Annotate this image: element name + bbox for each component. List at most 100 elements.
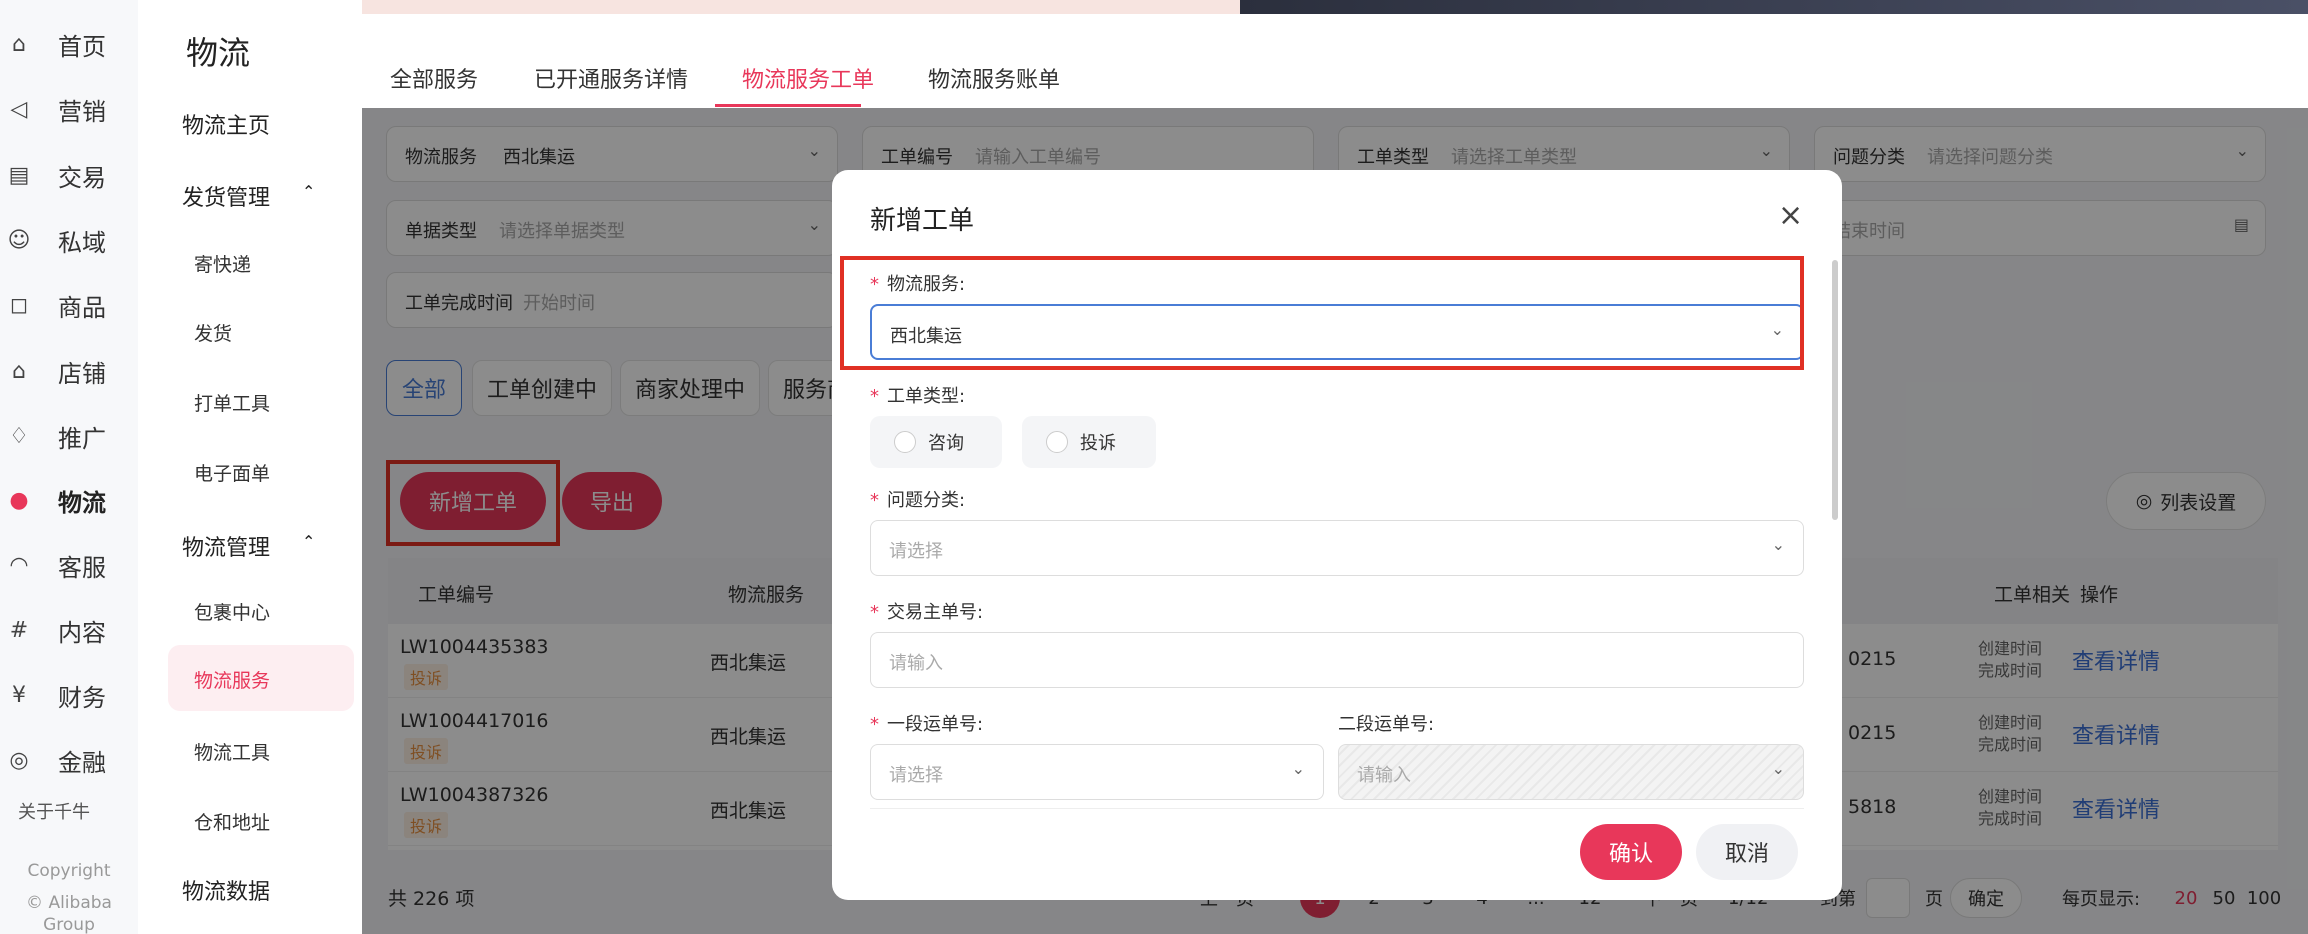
finance-icon: ◎ bbox=[9, 747, 29, 773]
highlight-box bbox=[840, 256, 1804, 370]
copyright-line: Group bbox=[43, 915, 95, 934]
label-text: 一段运单号: bbox=[887, 714, 984, 735]
nav2-item[interactable]: 寄快递 bbox=[194, 250, 251, 277]
nav-marketing[interactable]: ◁ 营销 bbox=[0, 79, 138, 139]
yen-icon: ¥ bbox=[12, 682, 26, 708]
nav2-group-shipping[interactable]: 发货管理 ⌃ bbox=[182, 180, 315, 212]
nav-promotion[interactable]: ♢ 推广 bbox=[0, 406, 138, 466]
bulb-icon: ♢ bbox=[9, 423, 29, 449]
issue-category-select[interactable]: 请选择 ⌄ bbox=[870, 520, 1804, 576]
dialog-title: 新增工单 bbox=[870, 206, 975, 236]
field-label: 二段运单号: bbox=[1338, 710, 1434, 736]
scrollbar[interactable] bbox=[1832, 260, 1838, 520]
nav2-home[interactable]: 物流主页 bbox=[182, 108, 270, 140]
close-icon[interactable]: × bbox=[1778, 198, 1803, 233]
nav2-data[interactable]: 物流数据 bbox=[182, 874, 270, 906]
radio-circle bbox=[1046, 431, 1068, 453]
nav2-item[interactable]: 包裹中心 bbox=[194, 598, 270, 625]
nav-label: 营销 bbox=[58, 97, 106, 126]
field-label: * 工单类型: bbox=[870, 382, 965, 408]
megaphone-icon: ◁ bbox=[10, 96, 28, 122]
field-label: * 交易主单号: bbox=[870, 598, 983, 624]
home-icon: ⌂ bbox=[12, 31, 26, 57]
radio-label: 投诉 bbox=[1080, 433, 1116, 454]
required-mark: * bbox=[870, 714, 879, 735]
chevron-up-icon: ⌃ bbox=[302, 532, 316, 551]
radio-label: 咨询 bbox=[928, 433, 964, 454]
nav-goods[interactable]: ◻ 商品 bbox=[0, 275, 138, 335]
first-leg-waybill-select[interactable]: 请选择 ⌄ bbox=[870, 744, 1324, 800]
select-placeholder: 请选择 bbox=[889, 765, 943, 786]
label-text: 问题分类: bbox=[887, 490, 966, 511]
nav2-item[interactable]: 仓和地址 bbox=[194, 808, 270, 835]
nav-logistics[interactable]: ● 物流 bbox=[0, 470, 138, 530]
chevron-down-icon: ⌄ bbox=[1771, 759, 1785, 778]
required-mark: * bbox=[870, 490, 879, 511]
nav-label: 私域 bbox=[58, 228, 106, 257]
input-placeholder: 请输入 bbox=[889, 653, 943, 674]
nav-home[interactable]: ⌂ 首页 bbox=[0, 14, 138, 74]
users-icon: ☺ bbox=[7, 227, 31, 253]
label-text: 二段运单号: bbox=[1338, 714, 1435, 735]
group-label: 物流管理 bbox=[182, 536, 271, 561]
tab-active-indicator bbox=[715, 104, 861, 107]
tab-opened-services[interactable]: 已开通服务详情 bbox=[534, 62, 688, 94]
copyright-line: © Alibaba bbox=[26, 893, 112, 913]
label-text: 交易主单号: bbox=[887, 602, 984, 623]
nav-banking[interactable]: ◎ 金融 bbox=[0, 730, 138, 790]
chevron-up-icon: ⌃ bbox=[302, 182, 316, 201]
cancel-button[interactable]: 取消 bbox=[1696, 824, 1798, 880]
nav-label: 首页 bbox=[58, 32, 106, 61]
bag-icon: ◻ bbox=[9, 292, 29, 318]
section-title: 物流 bbox=[186, 34, 251, 72]
nav-label: 物流 bbox=[58, 488, 106, 517]
radio-circle bbox=[894, 431, 916, 453]
nav-label: 内容 bbox=[58, 618, 106, 647]
chevron-down-icon: ⌄ bbox=[1771, 535, 1785, 554]
nav-label: 客服 bbox=[58, 553, 106, 582]
nav2-group-logistics[interactable]: 物流管理 ⌃ bbox=[182, 530, 315, 562]
clipboard-icon: ▤ bbox=[8, 162, 30, 188]
store-icon: ⌂ bbox=[12, 358, 26, 384]
divider bbox=[870, 808, 1804, 809]
nav-label: 商品 bbox=[58, 293, 106, 322]
nav-label: 金融 bbox=[58, 748, 106, 777]
chevron-down-icon: ⌄ bbox=[1291, 759, 1305, 778]
nav-label: 财务 bbox=[58, 683, 106, 712]
order-number-input[interactable]: 请输入 bbox=[870, 632, 1804, 688]
nav2-item[interactable]: 物流工具 bbox=[194, 738, 270, 765]
logistics-icon: ● bbox=[9, 487, 29, 513]
radio-complaint[interactable]: 投诉 bbox=[1022, 416, 1156, 468]
label-text: 工单类型: bbox=[887, 386, 966, 407]
primary-sidebar: ⌂ 首页 ◁ 营销 ▤ 交易 ☺ 私域 ◻ 商品 ⌂ 店铺 ♢ 推广 ● 物流 ◠ 客服 # 内容 … bbox=[0, 0, 138, 934]
tab-all-services[interactable]: 全部服务 bbox=[390, 62, 478, 94]
group-label: 发货管理 bbox=[182, 186, 271, 211]
about-link[interactable]: 关于千牛 bbox=[18, 798, 90, 824]
banner-image bbox=[1240, 0, 2308, 14]
nav-service[interactable]: ◠ 客服 bbox=[0, 535, 138, 595]
nav2-item-active[interactable]: 物流服务 bbox=[194, 666, 270, 693]
secondary-sidebar: 物流 物流主页 发货管理 ⌃ 寄快递 发货 打单工具 电子面单 物流管理 ⌃ 包裹中… bbox=[138, 0, 362, 934]
field-label: * 一段运单号: bbox=[870, 710, 983, 736]
nav-finance[interactable]: ¥ 财务 bbox=[0, 665, 138, 725]
nav-label: 推广 bbox=[58, 424, 106, 453]
select-placeholder: 请选择 bbox=[889, 541, 943, 562]
tab-service-tickets[interactable]: 物流服务工单 bbox=[742, 62, 874, 94]
nav-label: 店铺 bbox=[58, 359, 106, 388]
nav-content[interactable]: # 内容 bbox=[0, 600, 138, 660]
tab-service-bills[interactable]: 物流服务账单 bbox=[928, 62, 1060, 94]
radio-consult[interactable]: 咨询 bbox=[870, 416, 1002, 468]
nav2-item[interactable]: 电子面单 bbox=[194, 459, 270, 486]
nav-private[interactable]: ☺ 私域 bbox=[0, 210, 138, 270]
confirm-button[interactable]: 确认 bbox=[1580, 824, 1682, 880]
second-leg-waybill-input: 请输入 ⌄ bbox=[1338, 744, 1804, 800]
required-mark: * bbox=[870, 386, 879, 407]
nav2-item[interactable]: 发货 bbox=[194, 319, 232, 346]
nav2-item[interactable]: 打单工具 bbox=[194, 389, 270, 416]
banner bbox=[362, 0, 1240, 14]
nav-trade[interactable]: ▤ 交易 bbox=[0, 145, 138, 205]
input-placeholder: 请输入 bbox=[1357, 765, 1411, 786]
headset-icon: ◠ bbox=[9, 552, 29, 578]
required-mark: * bbox=[870, 602, 879, 623]
nav-store[interactable]: ⌂ 店铺 bbox=[0, 341, 138, 401]
